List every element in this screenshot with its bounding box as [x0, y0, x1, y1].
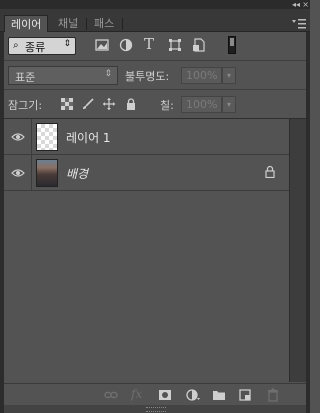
row-divider: [31, 119, 32, 154]
blend-mode-value: 표준: [15, 71, 36, 84]
opacity-label: 불투명도:: [125, 70, 170, 83]
panel-menu-icon[interactable]: [292, 19, 306, 32]
opacity-field[interactable]: 100%: [181, 67, 222, 84]
panel-resize-grip[interactable]: [4, 405, 306, 413]
layers-list: 레이어 1 배경: [4, 119, 289, 382]
blend-row: 표준 ⇕ 불투명도: 100% ▾: [4, 61, 306, 90]
layer-thumbnail: [36, 123, 58, 151]
panel-tab-bar: 레이어 채널 패스: [0, 9, 310, 32]
tab-layers[interactable]: 레이어: [4, 15, 49, 32]
lock-transparent-icon[interactable]: [61, 98, 73, 110]
row-divider: [31, 155, 32, 190]
image-filter-icon[interactable]: [95, 38, 109, 52]
close-icon[interactable]: ×: [302, 0, 309, 9]
shape-filter-icon[interactable]: [168, 38, 182, 52]
select-arrows-icon: ⇕: [63, 39, 71, 49]
filter-row: ⌕ 종류 ⇕ T: [4, 32, 306, 61]
fill-field[interactable]: 100%: [181, 96, 222, 113]
tab-paths[interactable]: 패스: [88, 15, 120, 32]
type-filter-icon[interactable]: T: [144, 35, 158, 53]
delete-layer-icon[interactable]: [266, 388, 280, 402]
filter-kind-select[interactable]: ⌕ 종류 ⇕: [8, 37, 76, 55]
search-icon: ⌕: [13, 40, 19, 51]
layer-thumbnail: [36, 159, 58, 187]
layers-panel: ⌕ 종류 ⇕ T 표준 ⇕ 불투명도: 100% ▾ 잠그기: 칠: 100% …: [4, 32, 306, 413]
lock-all-icon[interactable]: [125, 98, 137, 110]
fill-label: 칠:: [160, 99, 174, 112]
collapse-panels-icon[interactable]: ◂◂: [292, 0, 300, 9]
filter-kind-label: 종류: [25, 41, 46, 54]
link-layers-icon[interactable]: [104, 388, 118, 402]
opacity-dropdown-button[interactable]: ▾: [222, 67, 236, 84]
layer-name[interactable]: 배경: [66, 165, 88, 182]
new-layer-icon[interactable]: [238, 388, 252, 402]
layer-row[interactable]: 배경: [4, 155, 289, 191]
title-strip: ◂◂ ×: [0, 0, 310, 9]
lock-label: 잠그기:: [8, 99, 43, 112]
lock-icon: [265, 165, 275, 178]
lock-row: 잠그기: 칠: 100% ▾: [4, 90, 306, 119]
add-mask-icon[interactable]: [158, 388, 172, 402]
panel-right-border: [306, 32, 310, 413]
blend-mode-select[interactable]: 표준 ⇕: [8, 66, 118, 85]
fill-dropdown-button[interactable]: ▾: [222, 96, 236, 113]
filter-toggle-switch[interactable]: [228, 36, 236, 54]
lock-image-icon[interactable]: [82, 98, 94, 110]
tab-channels[interactable]: 채널: [52, 15, 84, 32]
tab-divider: [122, 18, 123, 30]
layer-row[interactable]: 레이어 1: [4, 119, 289, 155]
layers-bottom-toolbar: fx: [4, 383, 306, 406]
visibility-eye-icon[interactable]: [11, 168, 25, 178]
smart-object-filter-icon[interactable]: [192, 38, 206, 52]
new-adjustment-layer-icon[interactable]: [186, 388, 200, 402]
layers-scrollbar[interactable]: [289, 119, 306, 382]
fx-icon[interactable]: fx: [131, 387, 145, 401]
adjustment-filter-icon[interactable]: [119, 38, 133, 52]
layer-name[interactable]: 레이어 1: [66, 129, 111, 146]
visibility-eye-icon[interactable]: [11, 132, 25, 142]
lock-position-icon[interactable]: [103, 98, 115, 110]
tab-divider: [86, 18, 87, 30]
new-group-icon[interactable]: [212, 388, 226, 402]
select-arrows-icon: ⇕: [104, 69, 112, 79]
